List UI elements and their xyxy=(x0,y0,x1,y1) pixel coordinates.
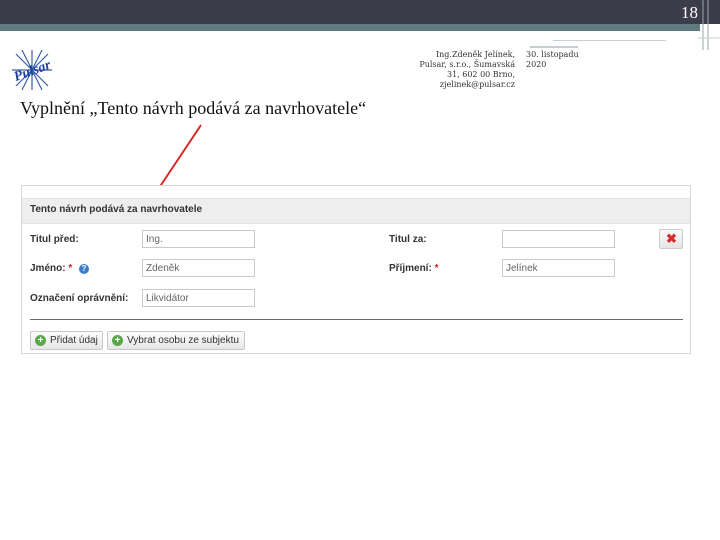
required-mark: * xyxy=(434,263,439,274)
first-name-input[interactable]: Zdeněk xyxy=(142,259,255,277)
pulsar-logo: Pulsar xyxy=(12,49,54,91)
author-line: Pulsar, s.r.o., Šumavská xyxy=(419,60,515,69)
title-after-label: Titul za: xyxy=(389,234,427,245)
page-number: 18 xyxy=(681,3,698,22)
corner-decoration xyxy=(698,0,720,50)
plus-icon: + xyxy=(35,335,46,346)
form-panel: Tento návrh podává za navrhovatele Titul… xyxy=(21,185,691,354)
title-before-label: Titul před: xyxy=(30,234,79,245)
header-divider-small xyxy=(530,46,578,48)
delete-icon: ✖ xyxy=(666,231,677,246)
add-item-button[interactable]: + Přidat údaj xyxy=(30,331,103,350)
plus-icon: + xyxy=(112,335,123,346)
logo-text: Pulsar xyxy=(12,58,53,85)
top-bar-accent xyxy=(0,24,700,31)
author-line: zjelinek@pulsar.cz xyxy=(439,80,515,89)
authorization-label: Označení oprávnění: xyxy=(30,293,129,304)
section-title: Tento návrh podává za navrhovatele xyxy=(30,204,203,215)
slide-title: Vyplnění „Tento návrh podává za navrhova… xyxy=(20,98,367,118)
author-info: Ing.Zdeněk Jelínek, Pulsar, s.r.o., Šuma… xyxy=(415,50,515,90)
add-item-label: Přidat údaj xyxy=(50,335,98,346)
date-info: 30. listopadu 2020 xyxy=(526,50,586,70)
required-mark: * xyxy=(68,263,73,274)
header-divider xyxy=(553,40,666,41)
last-name-label-text: Příjmení: xyxy=(389,263,432,274)
date-line: 2020 xyxy=(526,60,547,69)
last-name-input[interactable]: Jelínek xyxy=(502,259,615,277)
delete-button[interactable]: ✖ xyxy=(659,229,683,249)
section-header: Tento návrh podává za navrhovatele xyxy=(22,198,690,224)
title-before-input[interactable]: Ing. xyxy=(142,230,255,248)
first-name-label: Jméno: * xyxy=(30,263,72,274)
help-icon[interactable]: ? xyxy=(79,264,89,274)
last-name-label: Příjmení: * xyxy=(389,263,438,274)
form-separator xyxy=(30,319,683,320)
select-person-label: Vybrat osobu ze subjektu xyxy=(127,335,239,346)
top-bar xyxy=(0,0,720,24)
author-line: 31, 602 00 Brno, xyxy=(446,70,515,79)
title-after-input[interactable] xyxy=(502,230,615,248)
authorization-input[interactable]: Likvidátor xyxy=(142,289,255,307)
author-line: Ing.Zdeněk Jelínek, xyxy=(435,50,515,59)
date-line: 30. listopadu xyxy=(526,50,579,59)
select-person-button[interactable]: + Vybrat osobu ze subjektu xyxy=(107,331,245,350)
first-name-label-text: Jméno: xyxy=(30,263,66,274)
